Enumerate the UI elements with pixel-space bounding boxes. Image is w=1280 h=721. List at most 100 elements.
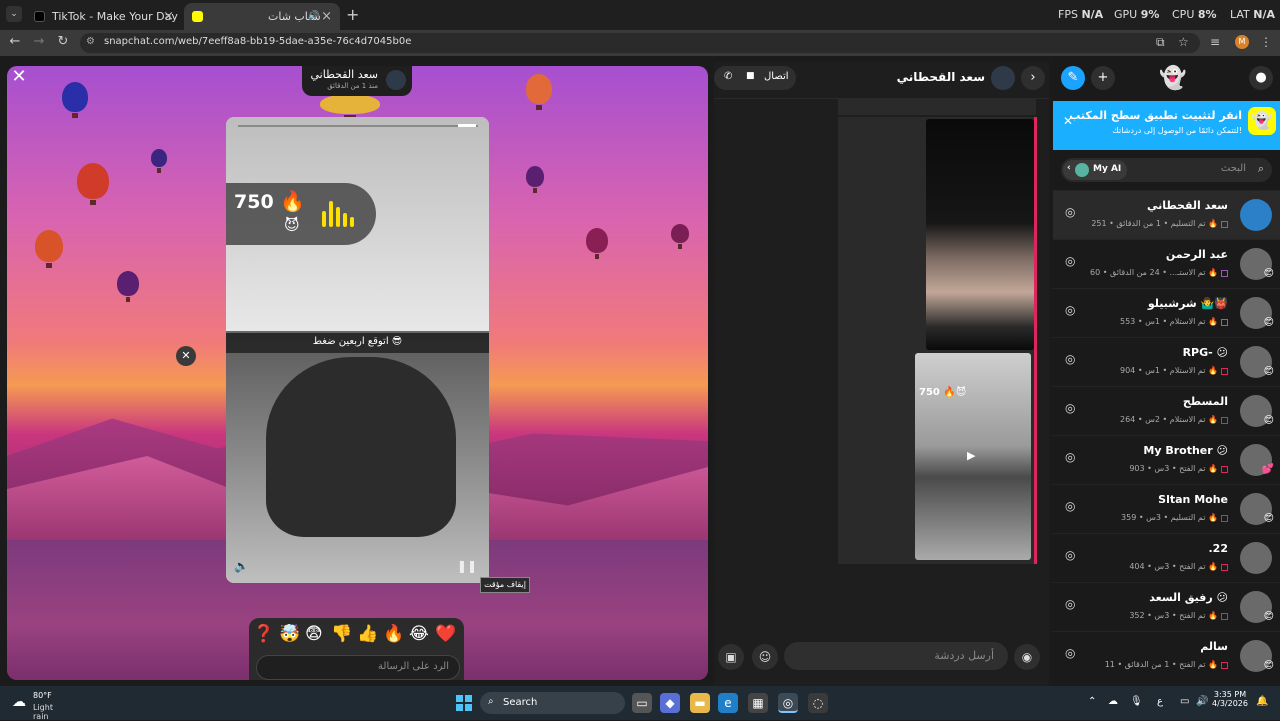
forward-icon[interactable]: → [30,34,48,49]
chat-avatar[interactable] [991,66,1015,90]
bookmark-star-icon[interactable]: ☆ [1178,35,1189,49]
notification-icon[interactable]: 🔔 [1256,696,1268,707]
camera-reply-icon[interactable]: ◎ [1065,499,1075,513]
balloon-image [526,166,544,193]
clock-date: 4/3/2026 [1212,699,1248,708]
store-icon[interactable]: ▦ [748,693,768,713]
camera-reply-icon[interactable]: ◎ [1065,450,1075,464]
message-indicator [1034,353,1037,564]
conversation-name: .22 [1208,542,1229,555]
volume-icon[interactable]: 🔈 [234,559,249,573]
add-friend-icon[interactable]: + [1091,66,1115,90]
call-button[interactable]: ✆ ■ اتصال [714,66,796,90]
install-app-banner[interactable]: ✕ انقر لتثبيت تطبيق سطح المكتب لتتمكن دا… [1053,101,1280,150]
conversation-row[interactable]: 😊 المسطح تم الاستلام • 2س • 264 🔥 ◎ [1053,386,1280,435]
gallery-icon[interactable]: ▣ [718,644,744,670]
camera-reply-icon[interactable]: ◎ [1065,401,1075,415]
copilot-icon[interactable]: ◆ [660,693,680,713]
friend-emoji-badge: 💕 [1261,464,1274,475]
conversation-row[interactable]: 😊 عبد الرحمن تم الاستـ... • 24 من الدقائق … [1053,239,1280,288]
microphone-icon[interactable]: 🎙 [1130,696,1143,707]
close-tab-icon[interactable]: × [163,3,174,30]
reaction-question[interactable]: ❓ [253,624,274,644]
volume-icon[interactable]: 🔊 [1196,696,1208,707]
conversation-name: عبد الرحمن [1165,248,1228,261]
reaction-mindblown[interactable]: 🤯 [279,624,300,644]
conversation-row[interactable]: 💕 My Brother 😕 تم الفتح • 3س • 903 🔥 ◎ [1053,435,1280,484]
new-chat-icon[interactable]: ✎ [1061,66,1085,90]
input-language[interactable]: ع [1157,696,1163,707]
tab-tiktok[interactable]: TikTok - Make Your Day × [26,3,182,30]
network-icon[interactable]: ▭ [1180,696,1189,707]
chrome-icon[interactable]: ◎ [778,693,798,713]
avatar [1240,542,1272,574]
camera-reply-icon[interactable]: ◎ [1065,548,1075,562]
conversation-name: شرشبيلو 🤷‍♂️👹 [1147,297,1228,310]
media-control-icon[interactable]: ≡ [1210,35,1220,49]
camera-reply-icon[interactable]: ◎ [1065,205,1075,219]
task-view-icon[interactable]: ▭ [632,693,652,713]
conversation-name: My Brother 😕 [1143,444,1228,457]
snapchat-ghost-icon[interactable]: 👻 [1159,66,1186,91]
reaction-fire[interactable]: 🔥 [383,624,404,644]
menu-icon[interactable]: ⋮ [1260,35,1272,49]
profile-avatar[interactable]: M [1235,35,1249,49]
conversation-row[interactable]: 😊 رفيق السعد 😕 تم الفتح • 3س • 352 🔥 ◎ [1053,582,1280,631]
pause-icon[interactable]: ❚❚ [457,559,477,573]
tab-snapchat[interactable]: سناب شات 🔊 × [184,3,340,30]
site-info-icon[interactable]: ⚙ [86,36,95,47]
snap-video-thumbnail[interactable]: 750 🔥😈 ▶ [915,353,1031,560]
streak-number: 750 [234,191,274,213]
snap-thumbnail[interactable] [926,119,1034,350]
tray-chevron-icon[interactable]: ⌃ [1088,696,1096,707]
story-sender-chip[interactable]: سعد القحطاني منذ 1 من الدقائق [302,66,412,96]
reaction-thumbs-down[interactable]: 👎 [331,624,352,644]
reply-input[interactable]: الرد على الرسالة [256,655,460,680]
snap-video[interactable]: 750 🔥 😈 اتوقع اربعين ضغط 😎 🔈 ❚❚ [226,117,489,583]
conversation-row[interactable]: 😊 Sltan Mohe تم التسليم • 3س • 359 🔥 ◎ [1053,484,1280,533]
camera-reply-icon[interactable]: ◎ [1065,597,1075,611]
status-square-icon [1221,368,1228,375]
reaction-laugh[interactable]: 😂 [409,624,429,644]
file-explorer-icon[interactable]: ▬ [690,693,710,713]
chat-input[interactable]: أرسل دردشة [784,642,1008,670]
search-input[interactable]: ‹ My AI البحث ⌕ [1061,158,1272,182]
url-field[interactable]: ⚙ snapchat.com/web/7eeff8a8-bb19-5dae-a3… [80,33,1200,53]
chat-title[interactable]: سعد القحطاني [897,70,985,84]
app-icon[interactable]: ◌ [808,693,828,713]
balloon-image [77,163,109,205]
camera-reply-icon[interactable]: ◎ [1065,303,1075,317]
browser-tab-bar: ⌄ TikTok - Make Your Day × سناب شات 🔊 × … [0,0,1280,30]
reload-icon[interactable]: ↻ [54,34,72,49]
reaction-thumbs-up[interactable]: 👍 [357,624,378,644]
tab-search-button[interactable]: ⌄ [6,6,22,22]
camera-reply-icon[interactable]: ◎ [1065,646,1075,660]
edge-icon[interactable]: e [718,693,738,713]
sidebar: ✎ + 👻 ● ✕ انقر لتثبيت تطبيق سطح المكتب ل… [1053,56,1280,686]
camera-icon[interactable]: ◉ [1014,644,1040,670]
conversation-row[interactable]: 😊 RPG- 😕 تم الاستلام • 1س • 904 🔥 ◎ [1053,337,1280,386]
taskbar-search[interactable]: ⌕ Search [480,692,625,714]
my-ai-button[interactable]: ‹ My AI [1063,160,1127,180]
install-app-icon[interactable]: ⧉ [1156,35,1165,50]
conversation-row[interactable]: سعد القحطاني تم التسليم • 1 من الدقائق • … [1053,190,1280,239]
back-icon[interactable]: ← [6,34,24,49]
profile-icon[interactable]: ● [1249,66,1273,90]
reaction-heart[interactable]: ❤️ [435,624,456,644]
emoji-icon[interactable]: ☺ [752,644,778,670]
conversation-row[interactable]: 😊 شرشبيلو 🤷‍♂️👹 تم الاستلام • 1س • 553 🔥 ◎ [1053,288,1280,337]
chevron-right-icon[interactable]: › [1021,66,1045,90]
close-tab-icon[interactable]: × [321,3,332,30]
reaction-fearful[interactable]: 😨 [305,624,323,644]
onedrive-icon[interactable]: ☁ [1108,696,1118,707]
close-story-icon[interactable]: ✕ [10,68,28,86]
speaker-icon[interactable]: 🔊 [308,3,319,30]
new-tab-button[interactable]: + [346,5,359,24]
camera-reply-icon[interactable]: ◎ [1065,254,1075,268]
conversation-row[interactable]: .22 تم الفتح • 3س • 404 🔥 ◎ [1053,533,1280,582]
system-clock[interactable]: 3:35 PM 4/3/2026 [1210,690,1250,708]
camera-reply-icon[interactable]: ◎ [1065,352,1075,366]
conversation-row[interactable]: 😊 سالم تم الفتح • 1 من الدقائق • 11 🔥 ◎ [1053,631,1280,680]
windows-start-icon[interactable] [456,695,472,711]
dismiss-sticker-icon[interactable]: ✕ [176,346,196,366]
